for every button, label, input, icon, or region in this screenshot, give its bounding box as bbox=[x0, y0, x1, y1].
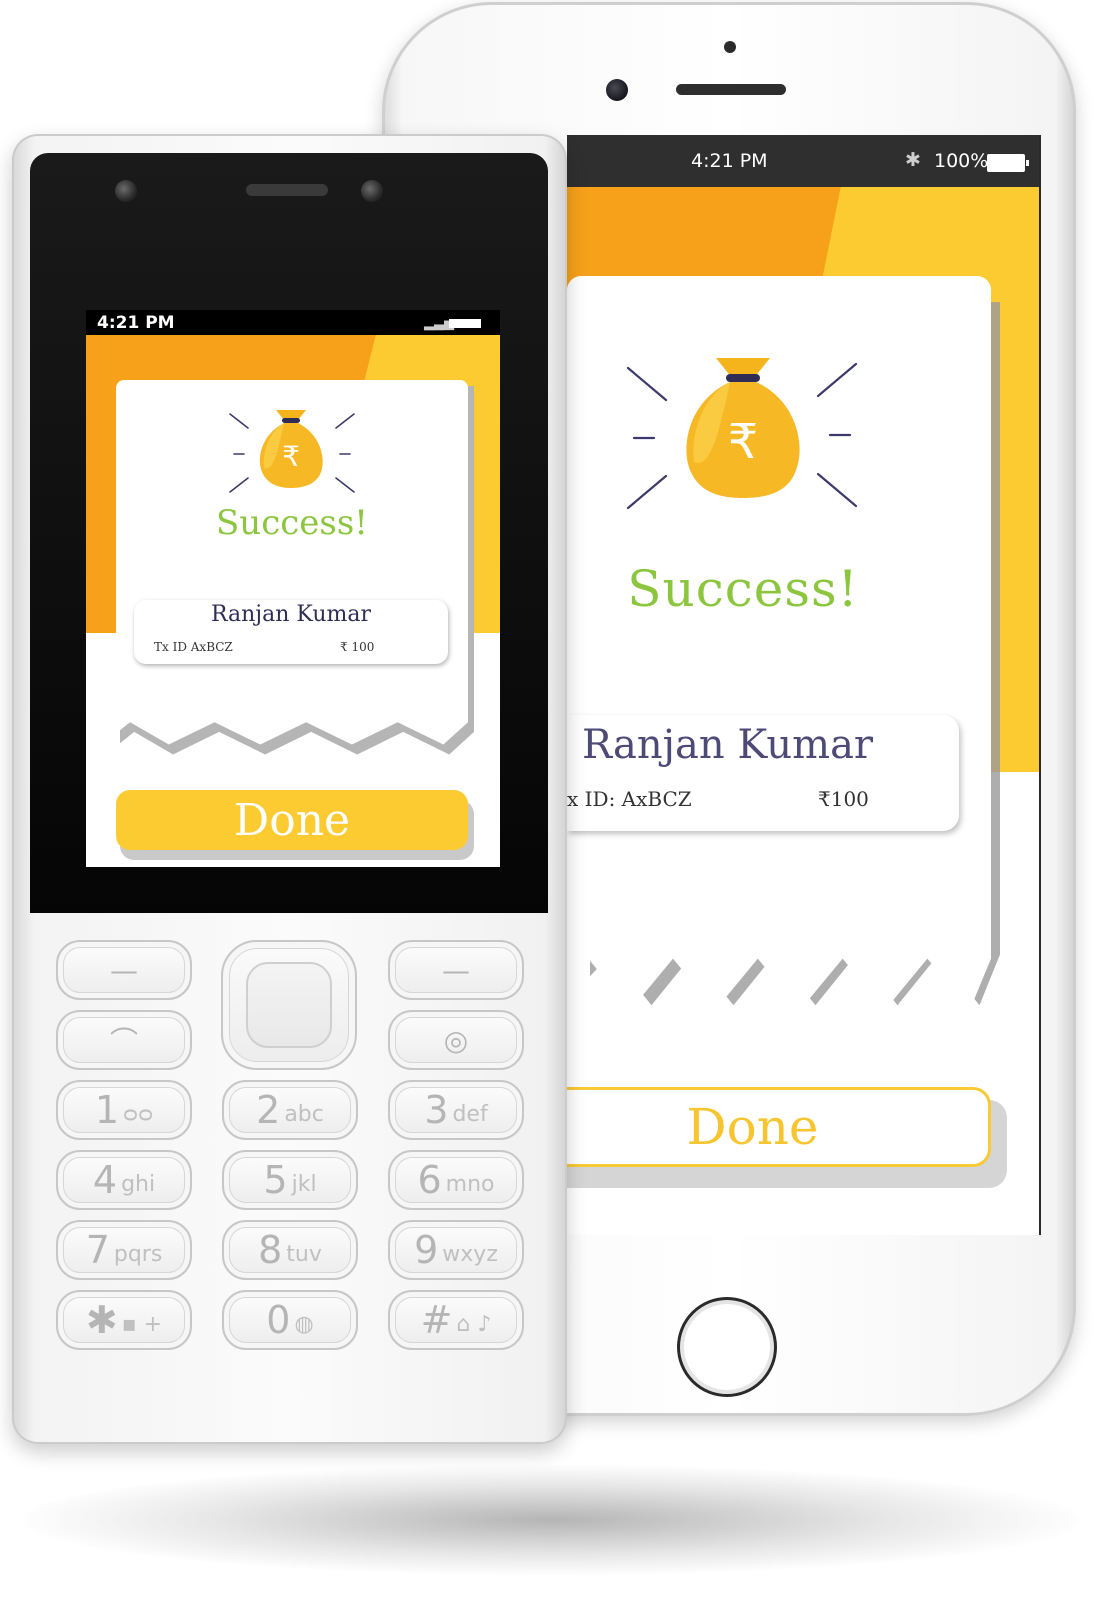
feature-phone-sensor-icon bbox=[361, 180, 383, 202]
soft-key-dash-icon: — bbox=[110, 953, 138, 987]
payee-name: Ranjan Kumar bbox=[210, 602, 372, 627]
key-7[interactable]: 7 pqrs bbox=[56, 1220, 192, 1280]
amount: ₹ 100 bbox=[340, 640, 375, 654]
svg-text:₹: ₹ bbox=[728, 414, 759, 470]
done-button[interactable]: Done bbox=[567, 1087, 991, 1167]
voicemail-icon: ᴑᴑ bbox=[123, 1101, 154, 1127]
key-9[interactable]: 9 wxyz bbox=[388, 1220, 524, 1280]
globe-icon: ◍ bbox=[294, 1311, 314, 1337]
transaction-id: Tx ID AxBCZ bbox=[154, 640, 233, 654]
status-time: 4:21 PM bbox=[97, 313, 175, 333]
feature-phone-status-bar: 4:21 PM ▂▃▅ bbox=[86, 310, 500, 335]
feature-phone-earpiece bbox=[246, 184, 328, 196]
status-time: 4:21 PM bbox=[691, 150, 768, 172]
key-2[interactable]: 2 abc bbox=[222, 1080, 358, 1140]
soft-key-dash-icon: — bbox=[442, 953, 470, 987]
key-0[interactable]: 0 ◍ bbox=[222, 1290, 358, 1350]
right-soft-key[interactable]: — bbox=[388, 940, 524, 1000]
battery-percent: 100% bbox=[934, 150, 989, 172]
battery-icon bbox=[449, 319, 481, 328]
symbols-icon: ▪ + bbox=[121, 1311, 163, 1337]
smartphone-status-bar: 4:21 PM ✱ 100% bbox=[567, 135, 1039, 187]
money-bag-icon: ₹ bbox=[626, 358, 858, 510]
left-soft-key[interactable]: — bbox=[56, 940, 192, 1000]
phone-handset-icon: ⌒ bbox=[109, 1025, 138, 1058]
transaction-id: x ID: AxBCZ bbox=[567, 787, 692, 811]
home-button[interactable] bbox=[677, 1297, 777, 1397]
money-bag-icon: ₹ bbox=[229, 410, 355, 493]
amount: ₹100 bbox=[818, 787, 869, 811]
key-3[interactable]: 3 def bbox=[388, 1080, 524, 1140]
bluetooth-icon: ✱ bbox=[905, 149, 921, 171]
key-6[interactable]: 6 mno bbox=[388, 1150, 524, 1210]
key-1[interactable]: 1 ᴑᴑ bbox=[56, 1080, 192, 1140]
key-hash[interactable]: # ⌂ ♪ bbox=[388, 1290, 524, 1350]
feature-phone-screen: 4:21 PM ▂▃▅ ₹ Success! Ranjan Kumar Tx I… bbox=[86, 310, 500, 867]
feature-phone-camera-icon bbox=[115, 180, 137, 202]
key-star[interactable]: ✱ ▪ + bbox=[56, 1290, 192, 1350]
floor-shadow bbox=[20, 1465, 1080, 1575]
key-4[interactable]: 4 ghi bbox=[56, 1150, 192, 1210]
success-title: Success! bbox=[627, 560, 859, 618]
home-music-icon: ⌂ ♪ bbox=[456, 1311, 492, 1337]
payee-name: Ranjan Kumar bbox=[582, 722, 874, 768]
eye-icon: ◎ bbox=[443, 1023, 469, 1057]
done-button[interactable]: Done bbox=[116, 790, 468, 850]
smartphone-front-camera bbox=[606, 79, 628, 101]
end-key[interactable]: ◎ bbox=[388, 1010, 524, 1070]
smartphone-sensor bbox=[724, 41, 736, 53]
call-key[interactable]: ⌒ bbox=[56, 1010, 192, 1070]
smartphone-earpiece bbox=[676, 84, 786, 95]
navigation-select-key[interactable] bbox=[246, 962, 332, 1048]
key-5[interactable]: 5 jkl bbox=[222, 1150, 358, 1210]
battery-icon bbox=[987, 154, 1029, 172]
svg-text:₹: ₹ bbox=[282, 440, 300, 473]
success-title: Success! bbox=[216, 503, 368, 543]
key-8[interactable]: 8 tuv bbox=[222, 1220, 358, 1280]
